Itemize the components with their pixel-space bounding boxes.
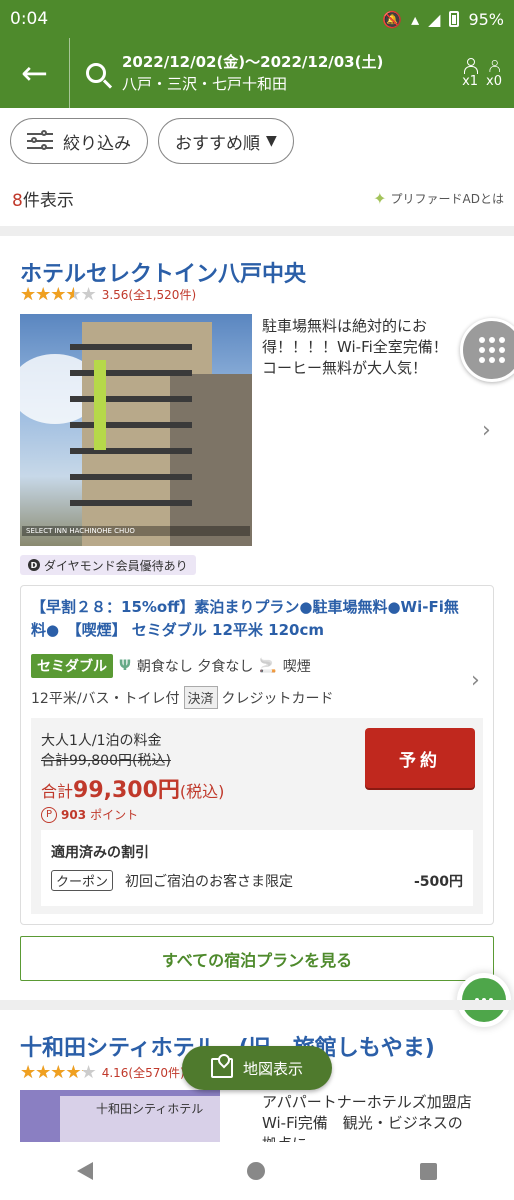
refine-button[interactable]: 絞り込み — [10, 118, 148, 164]
adult-count-value: x1 — [462, 73, 479, 89]
coupon-description: 初回ご宿泊のお客さま限定 — [125, 873, 294, 890]
rating-text: 3.56(全1,520件) — [101, 288, 197, 302]
price-box: 大人1人/1泊の料金 合計99,800円(税込) 合計99,300円(税込) P… — [31, 718, 483, 914]
coupon-amount: -500円 — [413, 873, 463, 890]
nav-recents-icon[interactable] — [419, 1162, 437, 1180]
status-icons: 🔕 ▴ ◢ 95% — [382, 10, 504, 29]
app-screen: 0:04 🔕 ▴ ◢ 95% ← 2022/12/02(金)〜2022/12/0… — [0, 0, 514, 1200]
coupon-row: クーポン 初回ご宿泊のお客さま限定 -500円 — [51, 870, 463, 891]
meal-icon: Ψ — [119, 658, 131, 674]
child-icon — [489, 59, 501, 72]
result-count-row: 8件表示 ✦ プリファードADとは — [12, 186, 504, 211]
rating-stars: ★★★★★★★★★★ — [20, 284, 97, 305]
room-size-info: 12平米/バス・トイレ付 — [31, 690, 180, 707]
price-prefix: 合計 — [41, 782, 74, 801]
payment-method: クレジットカード — [221, 690, 334, 707]
points-value: 903 — [61, 807, 87, 822]
nav-home-icon[interactable] — [247, 1162, 266, 1180]
price-tax: (税込) — [179, 782, 225, 801]
result-count: 8件表示 — [12, 186, 74, 211]
rating-text: 4.16(全570件) — [101, 1066, 185, 1080]
plan-tags: セミダブル Ψ 朝食なし 夕食なし 🚬 喫煙 — [31, 654, 311, 678]
result-count-number: 8 — [12, 191, 23, 211]
status-bar: 0:04 🔕 ▴ ◢ 95% — [0, 0, 514, 38]
chevron-right-icon[interactable]: › — [482, 418, 491, 443]
wifi-icon: ▴ — [411, 9, 420, 29]
guest-counts[interactable]: x1 x0 — [462, 57, 514, 89]
points-info: P 903 ポイント — [41, 806, 138, 823]
plan-title-link[interactable]: 【早割２８：15%off】素泊まりプラン●駐車場無料●Wi-Fi無料● 【喫煙】… — [31, 596, 461, 642]
refine-label: 絞り込み — [63, 133, 131, 154]
child-count: x0 — [486, 58, 502, 89]
room-type-tag: セミダブル — [31, 654, 113, 678]
diamond-member-badge: D ダイヤモンド会員優待あり — [20, 555, 196, 575]
price-original: 合計99,800円(税込) — [41, 753, 171, 769]
chevron-right-icon[interactable]: › — [471, 668, 480, 693]
divider — [0, 1000, 514, 1010]
search-header[interactable]: ← 2022/12/02(金)〜2022/12/03(土) 八戸・三沢・七戸十和… — [0, 38, 514, 108]
smoking-info: 喫煙 — [282, 659, 311, 675]
discount-box: 適用済みの割引 クーポン 初回ご宿泊のお客さま限定 -500円 — [41, 830, 473, 906]
price-total: 合計99,300円(税込) — [41, 772, 224, 804]
system-nav-bar — [0, 1142, 514, 1200]
plan-card[interactable]: 【早割２８：15%off】素泊まりプラン●駐車場無料●Wi-Fi無料● 【喫煙】… — [20, 585, 494, 925]
adult-count: x1 — [462, 57, 479, 89]
signal-icon: ◢ — [428, 9, 441, 29]
search-area: 八戸・三沢・七戸十和田 — [122, 75, 288, 93]
price-total-value: 99,300円 — [73, 778, 180, 803]
hotel-photo[interactable]: 十和田シティホテル — [20, 1090, 220, 1150]
preferred-ad-link[interactable]: ✦ プリファードADとは — [373, 189, 504, 208]
diamond-badge-label: ダイヤモンド会員優待あり — [44, 558, 188, 573]
points-unit: ポイント — [90, 808, 139, 822]
caret-down-icon: ▼ — [266, 133, 277, 149]
map-view-button[interactable]: 地図表示 — [182, 1046, 332, 1090]
search-dates: 2022/12/02(金)〜2022/12/03(土) — [122, 53, 384, 71]
meal-info: 朝食なし 夕食なし — [136, 659, 254, 675]
hotel-rating: ★★★★★★★★★★ 4.16(全570件) — [20, 1062, 185, 1083]
divider — [0, 226, 514, 236]
result-count-suffix: 件表示 — [22, 191, 74, 211]
search-summary[interactable]: 2022/12/02(金)〜2022/12/03(土) 八戸・三沢・七戸十和田 — [122, 51, 462, 95]
back-button[interactable]: ← — [0, 38, 70, 108]
preferred-ad-label: プリファードADとは — [390, 192, 504, 206]
filter-bar: 絞り込み おすすめ順 ▼ — [10, 118, 294, 164]
points-icon: P — [41, 806, 57, 823]
status-time: 0:04 — [10, 9, 49, 29]
hotel-photo-text: 十和田シティホテル — [96, 1102, 204, 1116]
adult-icon — [464, 57, 479, 74]
map-view-label: 地図表示 — [242, 1059, 303, 1078]
smoking-icon: 🚬 — [259, 658, 277, 674]
battery-level: 95% — [468, 9, 504, 29]
price-label: 大人1人/1泊の料金 — [41, 733, 162, 749]
hotel-rating: ★★★★★★★★★★ 3.56(全1,520件) — [20, 284, 196, 305]
sort-label: おすすめ順 — [175, 133, 260, 154]
hotel-photo[interactable]: SELECT INN HACHINOHE CHUO — [20, 314, 252, 546]
search-icon[interactable] — [70, 38, 122, 108]
map-icon — [210, 1058, 233, 1078]
reserve-button[interactable]: 予約 — [365, 728, 475, 788]
discount-title: 適用済みの割引 — [51, 845, 149, 861]
hotel-description: 駐車場無料は絶対的にお得！！！！Wi-Fi全室完備！コーヒー無料が大人気！ — [262, 317, 448, 377]
sliders-icon — [27, 130, 53, 151]
diamond-icon: D — [28, 559, 40, 571]
mute-icon: 🔕 — [382, 9, 403, 29]
all-plans-button[interactable]: すべての宿泊プランを見る — [20, 936, 494, 981]
rating-stars: ★★★★★★★★★★ — [20, 1062, 97, 1083]
coupon-tag: クーポン — [51, 870, 114, 891]
nav-back-icon[interactable] — [77, 1162, 94, 1180]
hotel-photo-sign-text: SELECT INN HACHINOHE CHUO — [22, 526, 250, 536]
payment-tag: 決済 — [183, 686, 218, 709]
sort-dropdown[interactable]: おすすめ順 ▼ — [158, 118, 294, 164]
back-arrow-icon: ← — [21, 54, 48, 92]
grid-menu-button[interactable] — [460, 318, 514, 382]
room-info: 12平米/バス・トイレ付 決済 クレジットカード — [31, 686, 334, 709]
battery-icon — [449, 11, 460, 27]
child-count-value: x0 — [486, 73, 502, 89]
sparkle-icon: ✦ — [373, 189, 387, 208]
